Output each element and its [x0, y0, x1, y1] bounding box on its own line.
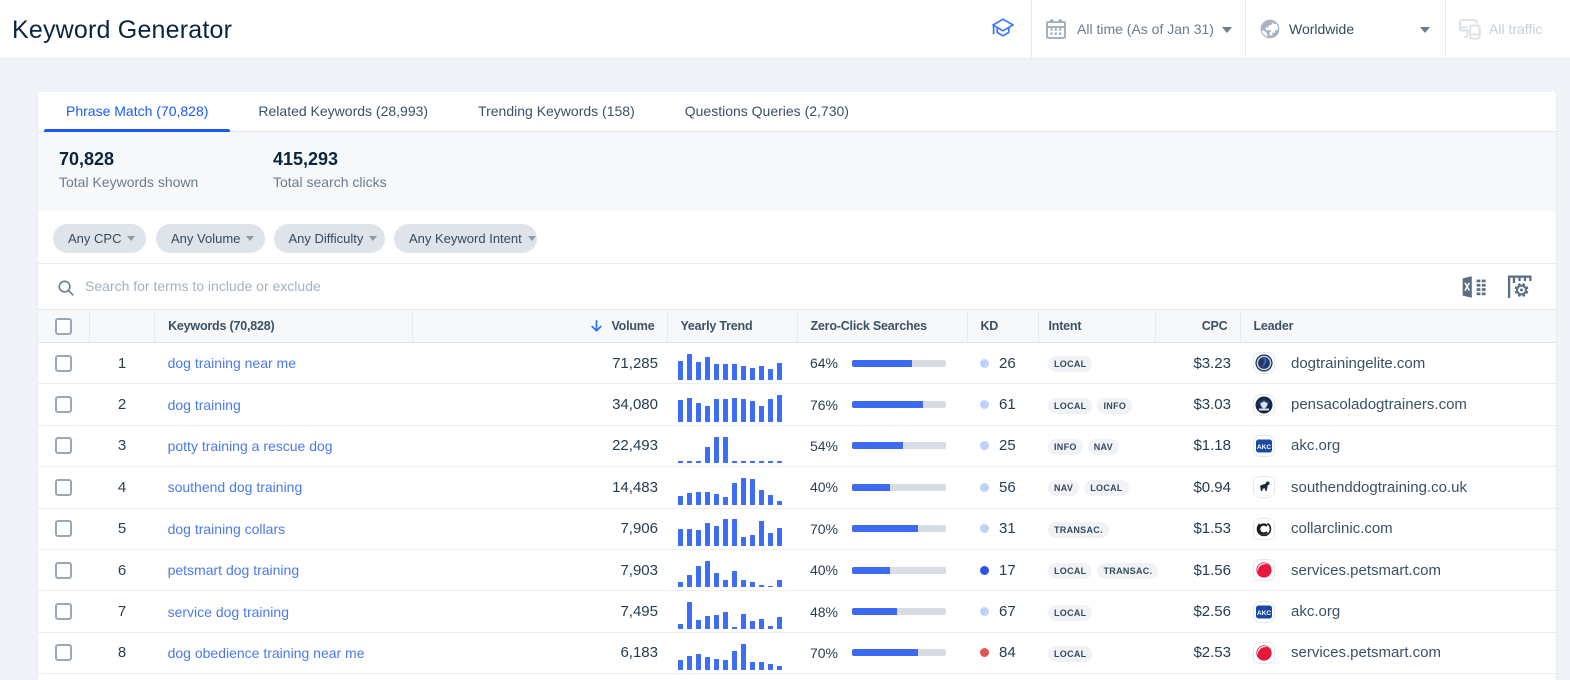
svg-text:AKC: AKC: [1257, 444, 1272, 451]
svg-text:AKC: AKC: [1257, 610, 1272, 617]
